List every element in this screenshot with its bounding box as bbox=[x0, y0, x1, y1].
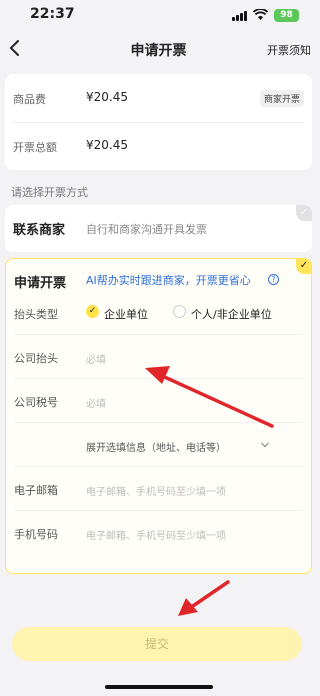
question-circle-icon[interactable]: ? bbox=[268, 274, 279, 285]
merchant-invoice-tag: 商家开票 bbox=[259, 90, 304, 107]
red-arrow-submit bbox=[178, 580, 230, 616]
cellular-signal-icon bbox=[232, 11, 248, 21]
nav-bar: 申请开票 开票须知 bbox=[0, 32, 317, 66]
fee-value: ¥20.45 bbox=[86, 138, 128, 152]
company-title-input[interactable]: 必填 bbox=[86, 351, 106, 366]
field-label: 手机号码 bbox=[14, 528, 58, 541]
fee-summary-card: 商品费 ¥20.45 商家开票 开票总额 ¥20.45 bbox=[5, 74, 312, 170]
radio-label[interactable]: 个人/非企业单位 bbox=[191, 306, 272, 322]
check-icon: ✓ bbox=[296, 205, 312, 221]
option-desc: 自行和商家沟通开具发票 bbox=[86, 223, 207, 236]
battery-icon: 98 bbox=[274, 9, 299, 22]
field-label: 抬头类型 bbox=[14, 308, 58, 321]
field-label: 公司税号 bbox=[14, 396, 58, 409]
option-title: 联系商家 bbox=[13, 223, 66, 238]
fee-row-total: 开票总额 ¥20.45 bbox=[5, 122, 312, 170]
option-contact-merchant[interactable]: 联系商家 自行和商家沟通开具发票 ✓ bbox=[5, 205, 312, 252]
email-input[interactable]: 电子邮箱、手机号码至少填一项 bbox=[86, 483, 226, 498]
option-title: 申请开票 bbox=[14, 276, 67, 291]
fee-label: 商品费 bbox=[13, 93, 46, 106]
expand-optional-link[interactable]: 展开选填信息（地址、电话等） bbox=[86, 439, 226, 454]
header-type-row: 抬头类型 ✓ 企业单位 个人/非企业单位 bbox=[6, 291, 311, 335]
option-desc: AI帮办实时跟进商家，开票更省心 bbox=[86, 274, 251, 287]
tax-id-row: 公司税号 必填 bbox=[6, 379, 311, 423]
option-apply-invoice[interactable]: ✓ 申请开票 AI帮办实时跟进商家，开票更省心 ? 抬头类型 ✓ 企业单位 个人… bbox=[5, 258, 312, 574]
fee-value: ¥20.45 bbox=[86, 90, 128, 104]
fee-label: 开票总额 bbox=[13, 141, 57, 154]
section-title: 请选择开票方式 bbox=[11, 186, 88, 199]
field-label: 电子邮箱 bbox=[14, 484, 58, 497]
phone-row: 手机号码 电子邮箱、手机号码至少填一项 bbox=[6, 511, 311, 555]
company-title-row: 公司抬头 必填 bbox=[6, 335, 311, 379]
chevron-down-icon bbox=[261, 442, 269, 448]
field-label: 公司抬头 bbox=[14, 352, 58, 365]
status-bar: 22:37 98 bbox=[0, 0, 317, 32]
wifi-icon bbox=[253, 9, 268, 20]
fee-row-goods: 商品费 ¥20.45 商家开票 bbox=[5, 74, 312, 123]
check-icon: ✓ bbox=[296, 258, 312, 274]
submit-button[interactable]: 提交 bbox=[12, 627, 302, 661]
invoice-notice-link[interactable]: 开票须知 bbox=[267, 42, 311, 58]
radio-personal[interactable] bbox=[173, 305, 186, 318]
radio-label[interactable]: 企业单位 bbox=[104, 306, 148, 322]
home-indicator bbox=[105, 685, 213, 689]
status-time: 22:37 bbox=[30, 6, 75, 22]
expand-optional-row[interactable]: 展开选填信息（地址、电话等） bbox=[6, 423, 311, 467]
radio-company[interactable]: ✓ bbox=[86, 305, 99, 318]
tax-id-input[interactable]: 必填 bbox=[86, 395, 106, 410]
phone-input[interactable]: 电子邮箱、手机号码至少填一项 bbox=[86, 527, 226, 542]
email-row: 电子邮箱 电子邮箱、手机号码至少填一项 bbox=[6, 467, 311, 511]
